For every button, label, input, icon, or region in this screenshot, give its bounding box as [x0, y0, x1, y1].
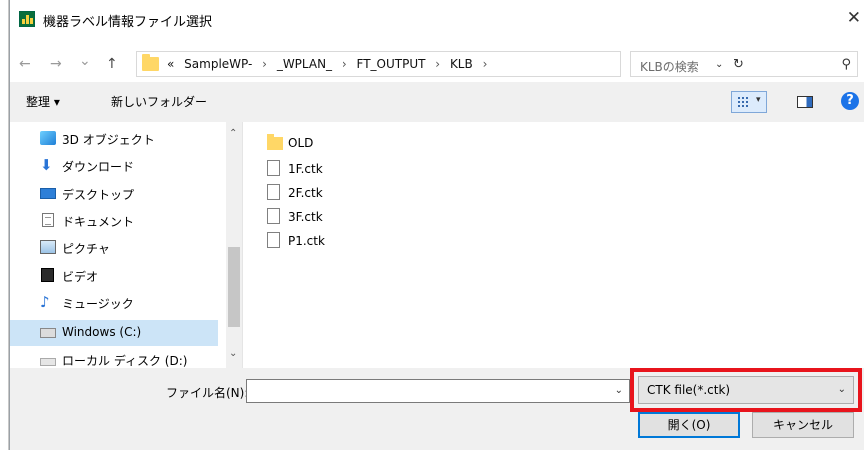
sidebar-item-label: ダウンロード: [62, 160, 135, 174]
preview-pane-icon[interactable]: [797, 96, 813, 108]
help-icon[interactable]: ?: [841, 92, 859, 110]
chevron-down-icon[interactable]: ⌄: [615, 385, 623, 396]
file-type-select[interactable]: CTK file(*.ctk) ⌄: [638, 376, 854, 404]
open-button[interactable]: 開く(O): [638, 412, 740, 438]
close-icon[interactable]: ✕: [847, 8, 861, 28]
back-button[interactable]: ←: [19, 56, 31, 72]
search-input[interactable]: KLBの検索: [640, 58, 699, 75]
breadcrumb-overflow[interactable]: «: [167, 57, 174, 71]
documents-icon: [42, 213, 54, 227]
music-icon: ♪: [40, 293, 50, 311]
filename-field[interactable]: ⌄: [246, 379, 630, 403]
breadcrumb-separator[interactable]: ›: [342, 57, 347, 71]
change-view-button[interactable]: ▾: [731, 91, 767, 113]
sidebar-item-local-disk-d[interactable]: ローカル ディスク (D:): [10, 347, 218, 368]
search-box[interactable]: KLBの検索 ⚲: [630, 51, 858, 77]
app-icon: [19, 11, 35, 27]
sidebar-item-documents[interactable]: ドキュメント: [10, 208, 218, 234]
file-name: 3F.ctk: [288, 210, 323, 224]
up-button[interactable]: ↑: [106, 56, 118, 72]
scrollbar-thumb[interactable]: [228, 247, 240, 327]
window-title: 機器ラベル情報ファイル選択: [43, 15, 213, 30]
sidebar-item-music[interactable]: ♪ ミュージック: [10, 290, 218, 316]
filename-label: ファイル名(N):: [166, 386, 249, 400]
sidebar-item-windows-c[interactable]: Windows (C:): [10, 320, 218, 346]
breadcrumb-separator[interactable]: ›: [262, 57, 267, 71]
sidebar-item-downloads[interactable]: ⬇ ダウンロード: [10, 153, 218, 179]
command-bar: 整理 ▾ 新しいフォルダー ▾ ?: [10, 82, 864, 122]
sidebar-item-label: 3D オブジェクト: [62, 133, 155, 147]
sidebar-item-desktop[interactable]: デスクトップ: [10, 181, 218, 207]
videos-icon: [41, 268, 54, 282]
file-icon: [267, 184, 280, 200]
breadcrumb-separator[interactable]: ›: [483, 57, 488, 71]
file-type-value: CTK file(*.ctk): [647, 383, 731, 397]
scroll-down-icon[interactable]: ⌄: [229, 348, 237, 359]
sidebar-item-label: ピクチャ: [62, 242, 110, 256]
breadcrumb-separator[interactable]: ›: [435, 57, 440, 71]
file-name: P1.ctk: [288, 234, 325, 248]
sidebar-item-label: Windows (C:): [62, 325, 142, 339]
3d-objects-icon: [40, 131, 56, 145]
download-icon: ⬇: [40, 156, 53, 174]
background-window-edge: [0, 0, 9, 450]
view-grid-icon: [737, 96, 749, 108]
file-name: 1F.ctk: [288, 162, 323, 176]
file-name: 2F.ctk: [288, 186, 323, 200]
chevron-down-icon[interactable]: ⌄: [838, 384, 846, 395]
file-icon: [267, 208, 280, 224]
sidebar-item-label: ローカル ディスク (D:): [62, 354, 188, 368]
title-bar: 機器ラベル情報ファイル選択 ✕: [10, 0, 864, 40]
sidebar-item-videos[interactable]: ビデオ: [10, 263, 218, 289]
sidebar-item-label: ドキュメント: [62, 215, 135, 229]
organize-button[interactable]: 整理 ▾: [26, 93, 60, 110]
sidebar-item-label: デスクトップ: [62, 188, 135, 202]
breadcrumb-item[interactable]: _WPLAN_: [277, 57, 332, 71]
file-icon: [267, 160, 280, 176]
forward-button[interactable]: →: [50, 56, 62, 72]
file-list: OLD 1F.ctk 2F.ctk 3F.ctk P1.ctk: [243, 122, 864, 368]
navigation-bar: ← → ⌄ ↑ « SampleWP- › _WPLAN_ › FT_OUTPU…: [10, 48, 864, 82]
navigation-pane: 3D オブジェクト ⬇ ダウンロード デスクトップ ドキュメント ピクチャ ビデ…: [10, 122, 242, 368]
drive-icon: [40, 358, 56, 366]
pictures-icon: [40, 240, 56, 254]
search-icon[interactable]: ⚲: [841, 57, 851, 72]
breadcrumb-item[interactable]: FT_OUTPUT: [357, 57, 426, 71]
scroll-up-icon[interactable]: ⌃: [229, 128, 237, 139]
file-name: OLD: [288, 136, 314, 150]
address-bar[interactable]: « SampleWP- › _WPLAN_ › FT_OUTPUT › KLB …: [136, 51, 744, 77]
file-icon: [267, 232, 280, 248]
breadcrumb-item[interactable]: SampleWP-: [184, 57, 252, 71]
file-open-dialog: 機器ラベル情報ファイル選択 ✕ ← → ⌄ ↑ « SampleWP- › _W…: [9, 0, 864, 450]
sidebar-scrollbar[interactable]: ⌃ ⌄: [226, 122, 242, 368]
new-folder-button[interactable]: 新しいフォルダー: [111, 93, 207, 110]
folder-icon: [142, 54, 159, 71]
sidebar-item-label: ビデオ: [62, 270, 99, 284]
breadcrumb: « SampleWP- › _WPLAN_ › FT_OUTPUT › KLB …: [167, 57, 493, 71]
recent-locations-button[interactable]: ⌄: [79, 53, 91, 69]
sidebar-item-label: ミュージック: [62, 297, 134, 311]
chevron-down-icon[interactable]: ▾: [756, 95, 761, 105]
desktop-icon: [40, 188, 56, 199]
cancel-button[interactable]: キャンセル: [752, 412, 854, 438]
sidebar-item-pictures[interactable]: ピクチャ: [10, 235, 218, 261]
breadcrumb-item[interactable]: KLB: [450, 57, 473, 71]
drive-icon: [40, 328, 56, 338]
sidebar-item-3d-objects[interactable]: 3D オブジェクト: [10, 126, 218, 152]
dialog-footer: ファイル名(N): ⌄ CTK file(*.ctk) ⌄ 開く(O) キャンセ…: [10, 368, 864, 450]
folder-icon: [267, 134, 283, 150]
